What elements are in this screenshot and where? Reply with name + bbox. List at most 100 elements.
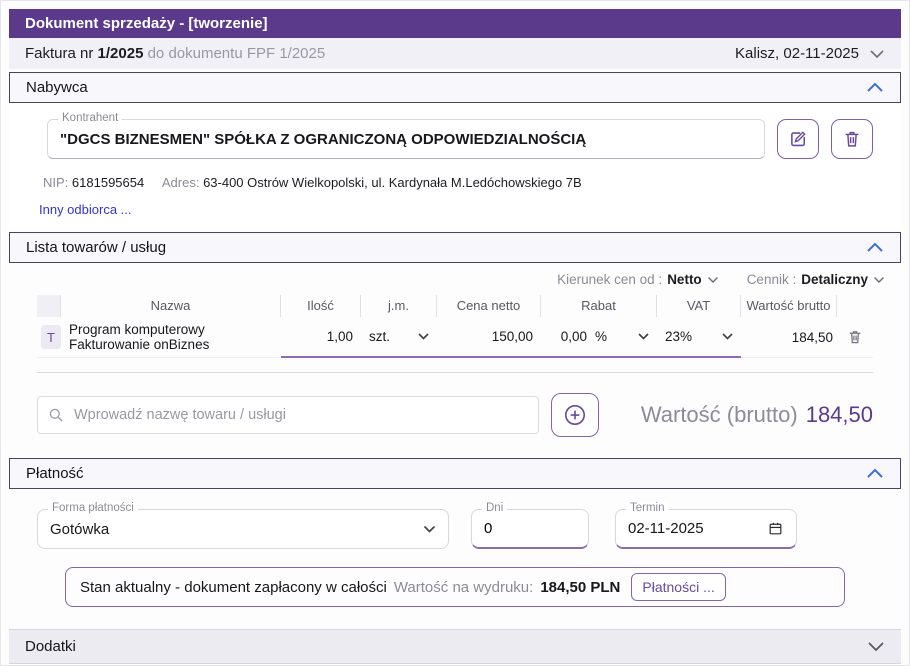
- gross-total-label: Wartość (brutto): [640, 402, 798, 427]
- col-type: [37, 295, 61, 317]
- add-item-row: Wartość (brutto) 184,50: [9, 373, 901, 455]
- vat-value: 23%: [665, 329, 693, 344]
- window-title: Dokument sprzedaży - [tworzenie]: [25, 15, 268, 32]
- discount-unit-select[interactable]: %: [591, 329, 653, 344]
- doc-number-suffix: do dokumentu FPF 1/2025: [147, 45, 326, 62]
- doc-number-prefix: Faktura nr: [25, 45, 94, 62]
- print-value-label: Wartość na wydruku:: [393, 578, 534, 596]
- contractor-field: Kontrahent: [47, 112, 765, 159]
- section-header-items[interactable]: Lista towarów / usług: [9, 232, 901, 263]
- item-unit-cell: szt.: [361, 317, 437, 358]
- plus-circle-icon: [564, 404, 586, 426]
- section-header-buyer[interactable]: Nabywca: [9, 72, 901, 103]
- chevron-down-icon[interactable]: [867, 641, 885, 652]
- col-net-price: Cena netto: [437, 295, 541, 317]
- document-number: Faktura nr 1/2025 do dokumentu FPF 1/202…: [25, 45, 325, 62]
- item-search-input[interactable]: [72, 406, 528, 424]
- payment-days-input[interactable]: [484, 520, 576, 537]
- items-controls: Kierunek cen od : Netto Cennik : Detalic…: [9, 263, 901, 289]
- items-table-header: Nazwa Ilość j.m. Cena netto Rabat VAT Wa…: [37, 295, 873, 317]
- buyer-section-title: Nabywca: [26, 79, 88, 96]
- chevron-down-icon: [874, 276, 884, 283]
- item-search-field: [37, 396, 539, 434]
- chevron-down-icon: [638, 333, 649, 340]
- delete-contractor-button[interactable]: [831, 119, 873, 159]
- add-item-button[interactable]: [551, 393, 599, 437]
- price-direction-label: Kierunek cen od :: [557, 272, 663, 287]
- price-direction-value: Netto: [667, 272, 702, 287]
- print-value: 184,50 PLN: [540, 578, 621, 596]
- contractor-input[interactable]: [48, 130, 764, 148]
- payment-form-label: Forma płatności: [48, 502, 138, 514]
- items-section-title: Lista towarów / usług: [26, 239, 167, 256]
- pricelist-label: Cennik :: [746, 272, 797, 287]
- search-icon: [49, 408, 63, 422]
- extras-section-title: Dodatki: [25, 638, 76, 655]
- unit-value: szt.: [369, 329, 391, 344]
- col-gross: Wartość brutto: [741, 295, 837, 317]
- table-row: T Program komputerowy Fakturowanie onBiz…: [37, 317, 873, 358]
- section-header-payment[interactable]: Płatność: [9, 458, 901, 489]
- other-recipient-link[interactable]: Inny odbiorca ...: [39, 202, 132, 217]
- trash-icon: [849, 331, 861, 344]
- unit-select[interactable]: szt.: [365, 329, 433, 344]
- pricelist-dropdown[interactable]: Cennik : Detaliczny: [747, 272, 885, 287]
- col-name: Nazwa: [61, 295, 281, 317]
- items-table: Nazwa Ilość j.m. Cena netto Rabat VAT Wa…: [37, 295, 873, 358]
- item-actions-cell: [837, 317, 873, 358]
- col-quantity: Ilość: [281, 295, 361, 317]
- payment-status-bar: Stan aktualny - dokument zapłacony w cał…: [65, 567, 845, 607]
- payment-term-label: Termin: [626, 502, 669, 514]
- net-price-input[interactable]: [441, 329, 537, 344]
- chevron-down-icon: [423, 525, 436, 533]
- edit-icon: [791, 131, 806, 147]
- item-vat-cell: 23%: [657, 317, 741, 358]
- gross-total-value: 184,50: [805, 402, 873, 427]
- chevron-up-icon[interactable]: [866, 468, 884, 479]
- vat-select[interactable]: 23%: [661, 329, 737, 344]
- discount-input[interactable]: [545, 329, 591, 344]
- chevron-down-icon[interactable]: [869, 49, 885, 59]
- payment-form-select[interactable]: Forma płatności Gotówka: [37, 502, 449, 549]
- place-date-toggle[interactable]: Kalisz, 02-11-2025: [735, 45, 885, 62]
- item-name-cell: Program komputerowy Fakturowanie onBizne…: [65, 317, 281, 358]
- calendar-icon[interactable]: [767, 520, 784, 537]
- buyer-details: NIP: 6181595654 Adres: 63-400 Ostrów Wie…: [43, 175, 873, 190]
- section-header-extras[interactable]: Dodatki: [9, 629, 901, 664]
- nip-value: 6181595654: [71, 175, 145, 190]
- payment-days-field: Dni: [471, 502, 589, 549]
- nip-label: NIP:: [43, 175, 69, 190]
- address-label: Adres:: [161, 175, 200, 190]
- col-actions: [837, 295, 873, 317]
- buyer-section-body: Kontrahent NIP: 6181595654 Adres: 63-400…: [9, 103, 901, 229]
- quantity-input[interactable]: [285, 329, 357, 344]
- discount-unit-value: %: [595, 329, 608, 344]
- chevron-up-icon[interactable]: [866, 242, 884, 253]
- item-type-badge: T: [41, 325, 61, 349]
- col-vat: VAT: [657, 295, 741, 317]
- chevron-up-icon[interactable]: [866, 82, 884, 93]
- gross-total: Wartość (brutto) 184,50: [641, 402, 873, 428]
- item-discount-cell: %: [541, 317, 657, 358]
- payments-button[interactable]: Płatności ...: [631, 573, 726, 601]
- window-title-bar: Dokument sprzedaży - [tworzenie]: [9, 9, 901, 38]
- payment-term-value: 02-11-2025: [628, 520, 704, 537]
- payment-section-title: Płatność: [26, 465, 84, 482]
- chevron-down-icon: [722, 333, 733, 340]
- payment-form-value: Gotówka: [50, 520, 110, 538]
- payment-days-label: Dni: [482, 502, 508, 514]
- address-value: 63-400 Ostrów Wielkopolski, ul. Kardynał…: [203, 175, 582, 190]
- trash-icon: [845, 131, 859, 147]
- pricelist-value: Detaliczny: [801, 272, 868, 287]
- chevron-down-icon: [418, 333, 429, 340]
- contractor-label: Kontrahent: [58, 112, 123, 124]
- edit-contractor-button[interactable]: [777, 119, 819, 159]
- payment-status-text: Stan aktualny - dokument zapłacony w cał…: [80, 578, 387, 596]
- col-unit: j.m.: [361, 295, 437, 317]
- payment-term-field[interactable]: Termin 02-11-2025: [615, 502, 797, 549]
- item-net-price-cell: [437, 317, 541, 358]
- place-date-value: Kalisz, 02-11-2025: [735, 45, 859, 62]
- delete-item-button[interactable]: [841, 328, 869, 346]
- price-direction-dropdown[interactable]: Kierunek cen od : Netto: [557, 272, 719, 287]
- chevron-down-icon: [707, 276, 718, 283]
